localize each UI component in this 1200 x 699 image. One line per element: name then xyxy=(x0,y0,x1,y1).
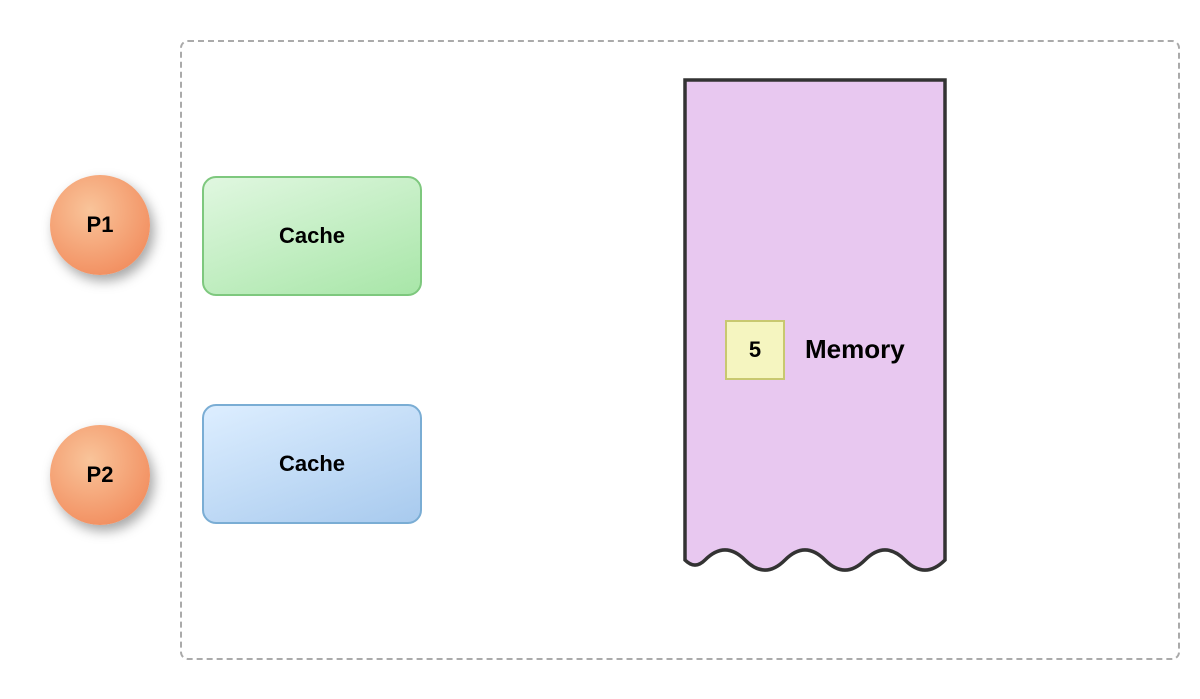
processor-p1-label: P1 xyxy=(87,212,114,238)
diagram-container: P1 P2 Cache Cache 5 xyxy=(20,20,1180,680)
cache-box-2: Cache xyxy=(202,404,422,524)
cache-2-label: Cache xyxy=(279,451,345,477)
processor-p2: P2 xyxy=(50,425,150,525)
memory-cell: 5 xyxy=(725,320,785,380)
processor-p1: P1 xyxy=(50,175,150,275)
memory-wrapper: 5 Memory xyxy=(472,62,1158,638)
memory-cell-value: 5 xyxy=(749,337,761,363)
memory-content: 5 Memory xyxy=(695,320,905,380)
cache-1-label: Cache xyxy=(279,223,345,249)
memory-shape: 5 Memory xyxy=(675,70,955,630)
cache-box-1: Cache xyxy=(202,176,422,296)
caches-column: Cache Cache xyxy=(202,62,432,638)
processors-column: P1 P2 xyxy=(20,20,180,680)
memory-label: Memory xyxy=(805,334,905,365)
shared-bus-region: Cache Cache 5 Memory xyxy=(180,40,1180,660)
processor-p2-label: P2 xyxy=(87,462,114,488)
